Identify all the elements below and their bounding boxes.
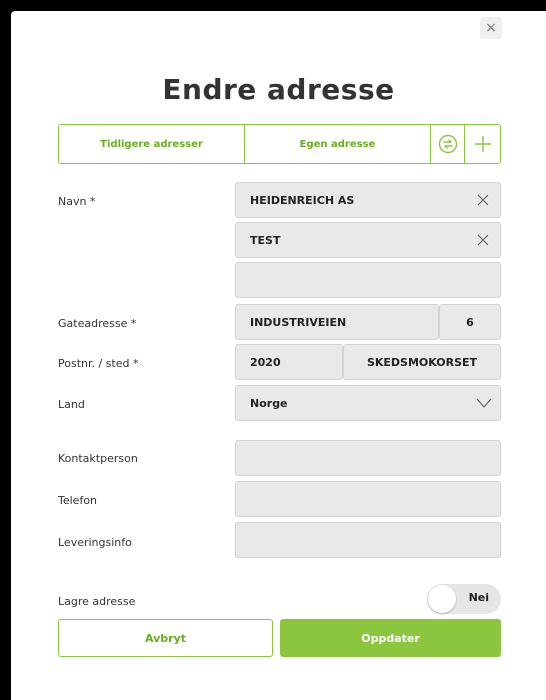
save-address-toggle[interactable]: Nei <box>427 584 501 614</box>
phone-label: Telefon <box>58 494 98 507</box>
modal-backdrop <box>0 0 11 700</box>
city-field[interactable]: SKEDSMOKORSET <box>343 344 501 380</box>
postal-code-value: 2020 <box>250 355 281 369</box>
postal-label: Postnr. / sted * <box>58 357 139 370</box>
name-field-2[interactable]: TEST <box>235 222 501 258</box>
postal-code-field[interactable]: 2020 <box>235 344 343 380</box>
name-field-3[interactable] <box>235 262 501 298</box>
country-label: Land <box>58 398 85 411</box>
chevron-down-icon <box>476 398 492 408</box>
delivery-info-label: Leveringsinfo <box>58 536 132 549</box>
name-label: Navn * <box>58 195 96 208</box>
phone-field[interactable] <box>235 481 501 517</box>
update-button[interactable]: Oppdater <box>280 619 501 657</box>
contact-label: Kontaktperson <box>58 452 138 465</box>
city-value: SKEDSMOKORSET <box>366 355 478 369</box>
country-value: Norge <box>250 396 288 410</box>
add-address-button[interactable] <box>465 125 500 163</box>
contact-field[interactable] <box>235 440 501 476</box>
street-label: Gateadresse * <box>58 317 137 330</box>
clear-icon[interactable] <box>474 191 492 209</box>
name-field-1[interactable]: HEIDENREICH AS <box>235 182 501 218</box>
house-number-field[interactable]: 6 <box>439 304 501 340</box>
house-number-value: 6 <box>466 315 474 329</box>
clear-icon[interactable] <box>474 231 492 249</box>
delivery-info-field[interactable] <box>235 522 501 558</box>
toggle-state-label: Nei <box>468 591 489 604</box>
tab-previous-addresses[interactable]: Tidligere adresser <box>59 125 245 163</box>
add-icon <box>474 136 491 152</box>
name-field-2-value: TEST <box>250 233 281 247</box>
address-tabs: Tidligere adresser Egen adresse <box>58 124 501 164</box>
street-field[interactable]: INDUSTRIVEIEN <box>235 304 439 340</box>
name-field-1-value: HEIDENREICH AS <box>250 193 355 207</box>
swap-address-button[interactable] <box>431 125 465 163</box>
tab-own-address[interactable]: Egen adresse <box>245 125 431 163</box>
save-address-label: Lagre adresse <box>58 595 136 608</box>
edit-address-dialog: × Endre adresse Tidligere adresser Egen … <box>11 11 546 700</box>
country-select[interactable]: Norge <box>235 385 501 421</box>
toggle-knob <box>428 585 456 613</box>
cancel-button[interactable]: Avbryt <box>58 619 273 657</box>
swap-address-icon <box>438 134 457 154</box>
dialog-title: Endre adresse <box>162 73 395 106</box>
street-value: INDUSTRIVEIEN <box>250 315 347 329</box>
close-button[interactable]: × <box>480 17 502 39</box>
